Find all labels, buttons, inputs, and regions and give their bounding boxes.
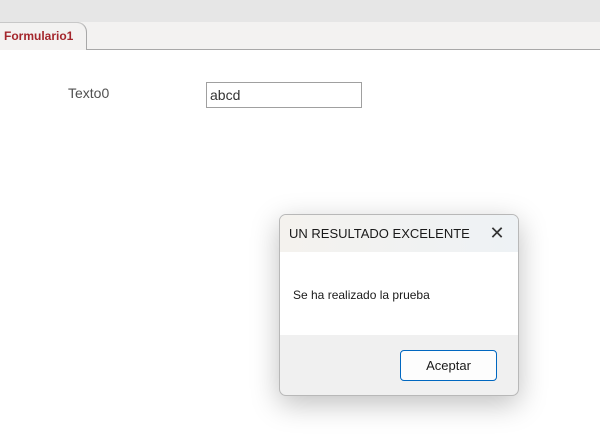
dialog-title: UN RESULTADO EXCELENTE	[289, 226, 470, 241]
tab-label: Formulario1	[4, 29, 74, 43]
message-dialog: UN RESULTADO EXCELENTE ✕ Se ha realizado…	[279, 214, 519, 396]
close-icon[interactable]: ✕	[484, 221, 510, 245]
texto0-label: Texto0	[68, 85, 110, 101]
ok-button[interactable]: Aceptar	[400, 350, 497, 381]
dialog-body: Se ha realizado la prueba	[280, 252, 518, 335]
tab-strip	[0, 22, 600, 50]
top-bar	[0, 0, 600, 22]
texto0-input[interactable]: abcd	[206, 82, 362, 108]
tab-formulario1[interactable]: Formulario1	[0, 22, 87, 50]
dialog-title-bar: UN RESULTADO EXCELENTE ✕	[280, 215, 518, 252]
dialog-message: Se ha realizado la prueba	[293, 288, 430, 302]
